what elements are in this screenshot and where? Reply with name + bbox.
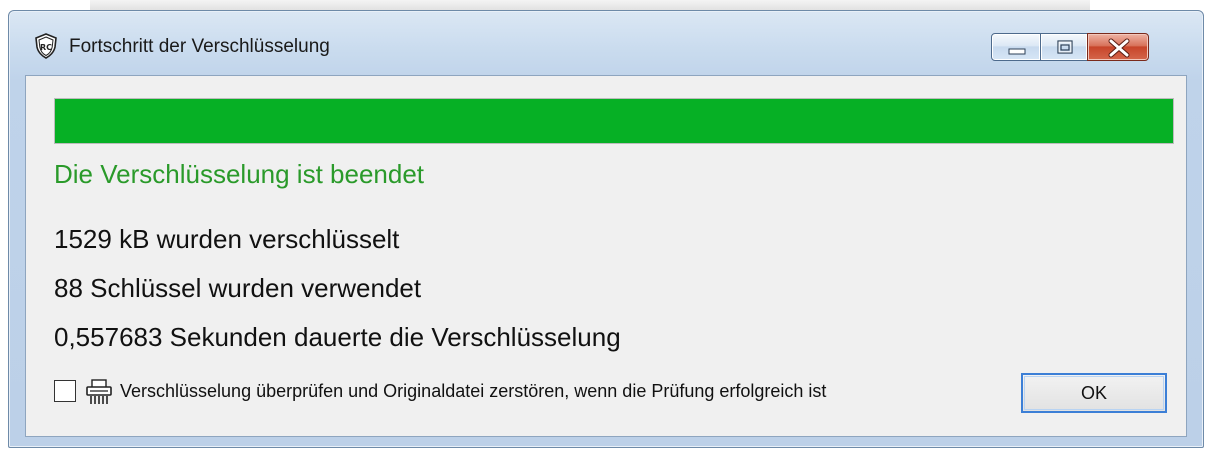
shield-icon: RC	[34, 33, 58, 59]
encryption-progress-bar	[54, 98, 1174, 144]
minimize-button[interactable]	[991, 33, 1041, 61]
desktop: RC Fortschritt der Verschlüsselung Die V…	[0, 0, 1212, 453]
maximize-button[interactable]	[1040, 33, 1088, 61]
encryption-progress-dialog: RC Fortschritt der Verschlüsselung Die V…	[8, 10, 1204, 448]
status-text: Die Verschlüsselung ist beendet	[54, 159, 425, 189]
keys-used-text: 88 Schlüssel wurden verwendet	[54, 273, 422, 303]
verify-option-row: Verschlüsselung überprüfen und Originald…	[54, 378, 1014, 406]
progress-fill	[55, 99, 1173, 143]
verify-and-shred-label[interactable]: Verschlüsselung überprüfen und Originald…	[120, 381, 826, 402]
minimize-icon	[1008, 48, 1026, 55]
svg-text:RC: RC	[40, 43, 52, 52]
close-icon	[1108, 38, 1130, 58]
duration-text: 0,557683 Sekunden dauerte die Verschlüss…	[54, 322, 621, 352]
dialog-content: Die Verschlüsselung ist beendet 1529 kB …	[25, 75, 1187, 437]
close-button[interactable]	[1087, 33, 1149, 61]
title-bar[interactable]: RC Fortschritt der Verschlüsselung	[9, 11, 1203, 75]
encrypted-size-text: 1529 kB wurden verschlüsselt	[54, 224, 400, 254]
verify-and-shred-checkbox[interactable]	[54, 380, 76, 402]
ok-button-focus-ring	[1024, 376, 1164, 410]
shredder-icon	[85, 379, 113, 405]
window-title: Fortschritt der Verschlüsselung	[69, 36, 330, 57]
ok-button[interactable]: OK	[1021, 373, 1167, 413]
maximize-icon	[1057, 40, 1073, 54]
